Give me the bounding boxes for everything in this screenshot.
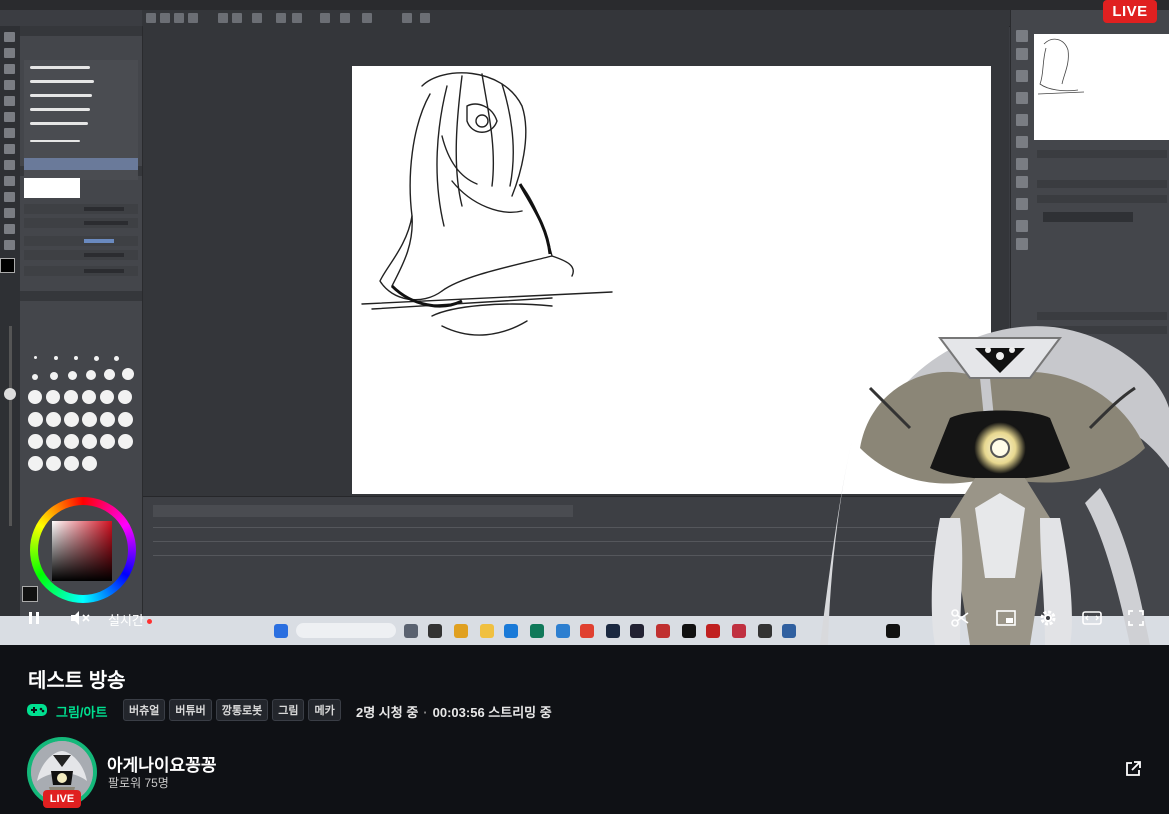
share-icon xyxy=(1126,761,1141,776)
navigator-preview xyxy=(1034,34,1169,140)
picture-in-picture-icon xyxy=(996,610,1016,626)
viewer-count: 2명 시청 중 xyxy=(356,705,419,720)
app-menubar xyxy=(0,0,1169,10)
pip-button[interactable] xyxy=(994,606,1018,630)
settings-button[interactable] xyxy=(1036,606,1060,630)
color-picker-square xyxy=(52,521,112,581)
tag[interactable]: 그림 xyxy=(272,699,305,721)
mute-button[interactable] xyxy=(68,606,92,630)
right-icon-column xyxy=(1014,26,1032,256)
live-badge: LIVE xyxy=(1103,0,1157,23)
app-toolbar xyxy=(142,10,1010,27)
tag[interactable]: 메카 xyxy=(308,699,341,721)
player-controls: 실시간 xyxy=(0,598,1169,642)
uptime: 00:03:56 스트리밍 중 xyxy=(432,705,552,720)
theater-mode-button[interactable] xyxy=(1080,606,1104,630)
channel-name[interactable]: 아게나이요꽁꽁 xyxy=(107,751,216,776)
avatar-live-badge: LIVE xyxy=(43,790,81,808)
realtime-indicator: 실시간 xyxy=(108,610,152,629)
stream-meta: 그림/아트 버츄얼 버튜버 깡통로봇 그림 메카 2명 시청 중 · 00:03:5… xyxy=(26,698,1126,722)
share-button[interactable] xyxy=(1124,760,1146,782)
tag[interactable]: 버튜버 xyxy=(169,699,212,721)
fullscreen-button[interactable] xyxy=(1124,606,1148,630)
follower-count: 팔로워 75명 xyxy=(108,776,169,790)
vtuber-robot-avatar xyxy=(820,326,1169,645)
clip-button[interactable] xyxy=(948,606,972,630)
realtime-label: 실시간 xyxy=(108,613,144,628)
video-player[interactable]: LIVE 실시간 xyxy=(0,0,1169,645)
category-link[interactable]: 그림/아트 xyxy=(56,702,107,721)
tag-list: 버츄얼 버튜버 깡통로봇 그림 메카 xyxy=(123,699,341,721)
tool-column xyxy=(0,26,20,616)
tag[interactable]: 버츄얼 xyxy=(123,699,166,721)
pause-button[interactable] xyxy=(22,606,46,630)
gear-icon xyxy=(1040,610,1056,626)
theater-mode-icon xyxy=(1082,611,1102,625)
stream-title: 테스트 방송 xyxy=(28,670,126,692)
tag[interactable]: 깡통로봇 xyxy=(215,699,269,721)
scissors-icon xyxy=(951,609,969,627)
fullscreen-icon xyxy=(1128,610,1144,626)
live-dot xyxy=(146,619,152,625)
gamepad-icon xyxy=(27,704,47,716)
pause-icon xyxy=(29,612,39,624)
separator: · xyxy=(423,705,428,720)
mute-icon xyxy=(71,611,90,625)
viewer-stats: 2명 시청 중 · 00:03:56 스트리밍 중 xyxy=(356,702,552,721)
